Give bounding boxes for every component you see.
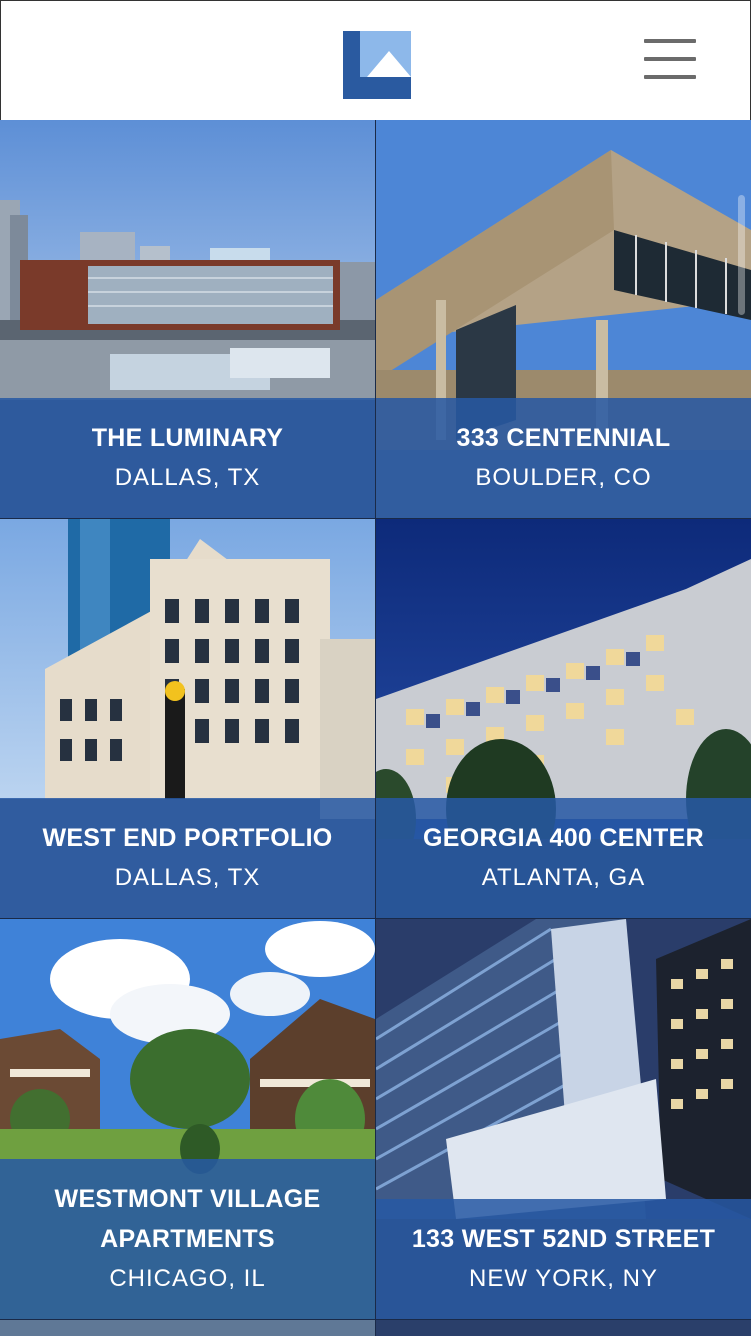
property-location: BOULDER, CO — [475, 464, 652, 491]
property-caption: THE LUMINARY DALLAS, TX — [0, 398, 375, 518]
property-location: DALLAS, TX — [114, 464, 261, 491]
property-name: 133 WEST 52ND STREET — [411, 1225, 716, 1253]
property-grid: THE LUMINARY DALLAS, TX 333 CENTENNIAL B… — [0, 120, 751, 1336]
menu-line — [644, 57, 696, 61]
property-tile-partial[interactable] — [376, 1320, 751, 1336]
property-tile-the-luminary[interactable]: THE LUMINARY DALLAS, TX — [0, 120, 375, 518]
property-caption: 133 WEST 52ND STREET NEW YORK, NY — [376, 1199, 751, 1319]
menu-line — [644, 39, 696, 43]
app-header — [0, 0, 751, 120]
property-location: CHICAGO, IL — [109, 1265, 266, 1292]
property-name: WESTMONT VILLAGE APARTMENTS — [54, 1185, 321, 1253]
property-caption: 333 CENTENNIAL BOULDER, CO — [376, 398, 751, 518]
property-name: GEORGIA 400 CENTER — [423, 824, 704, 852]
property-name: THE LUMINARY — [91, 424, 284, 452]
property-location: NEW YORK, NY — [469, 1265, 658, 1292]
menu-line — [644, 75, 696, 79]
property-caption: WESTMONT VILLAGE APARTMENTS CHICAGO, IL — [0, 1159, 375, 1319]
hamburger-menu-icon[interactable] — [642, 38, 698, 82]
property-name: 333 CENTENNIAL — [456, 424, 671, 452]
property-tile-partial[interactable] — [0, 1320, 375, 1336]
property-tile-133-west-52nd-street[interactable]: 133 WEST 52ND STREET NEW YORK, NY — [376, 919, 751, 1319]
property-caption: WEST END PORTFOLIO DALLAS, TX — [0, 798, 375, 918]
property-caption: GEORGIA 400 CENTER ATLANTA, GA — [376, 798, 751, 918]
property-name: WEST END PORTFOLIO — [42, 824, 333, 852]
property-location: DALLAS, TX — [114, 864, 261, 891]
property-location: ATLANTA, GA — [481, 864, 646, 891]
company-logo-icon[interactable] — [343, 31, 411, 99]
property-tile-georgia-400-center[interactable]: GEORGIA 400 CENTER ATLANTA, GA — [376, 519, 751, 918]
property-tile-westmont-village-apartments[interactable]: WESTMONT VILLAGE APARTMENTS CHICAGO, IL — [0, 919, 375, 1319]
property-tile-333-centennial[interactable]: 333 CENTENNIAL BOULDER, CO — [376, 120, 751, 518]
scrollbar-thumb[interactable] — [738, 195, 745, 315]
property-tile-west-end-portfolio[interactable]: WEST END PORTFOLIO DALLAS, TX — [0, 519, 375, 918]
